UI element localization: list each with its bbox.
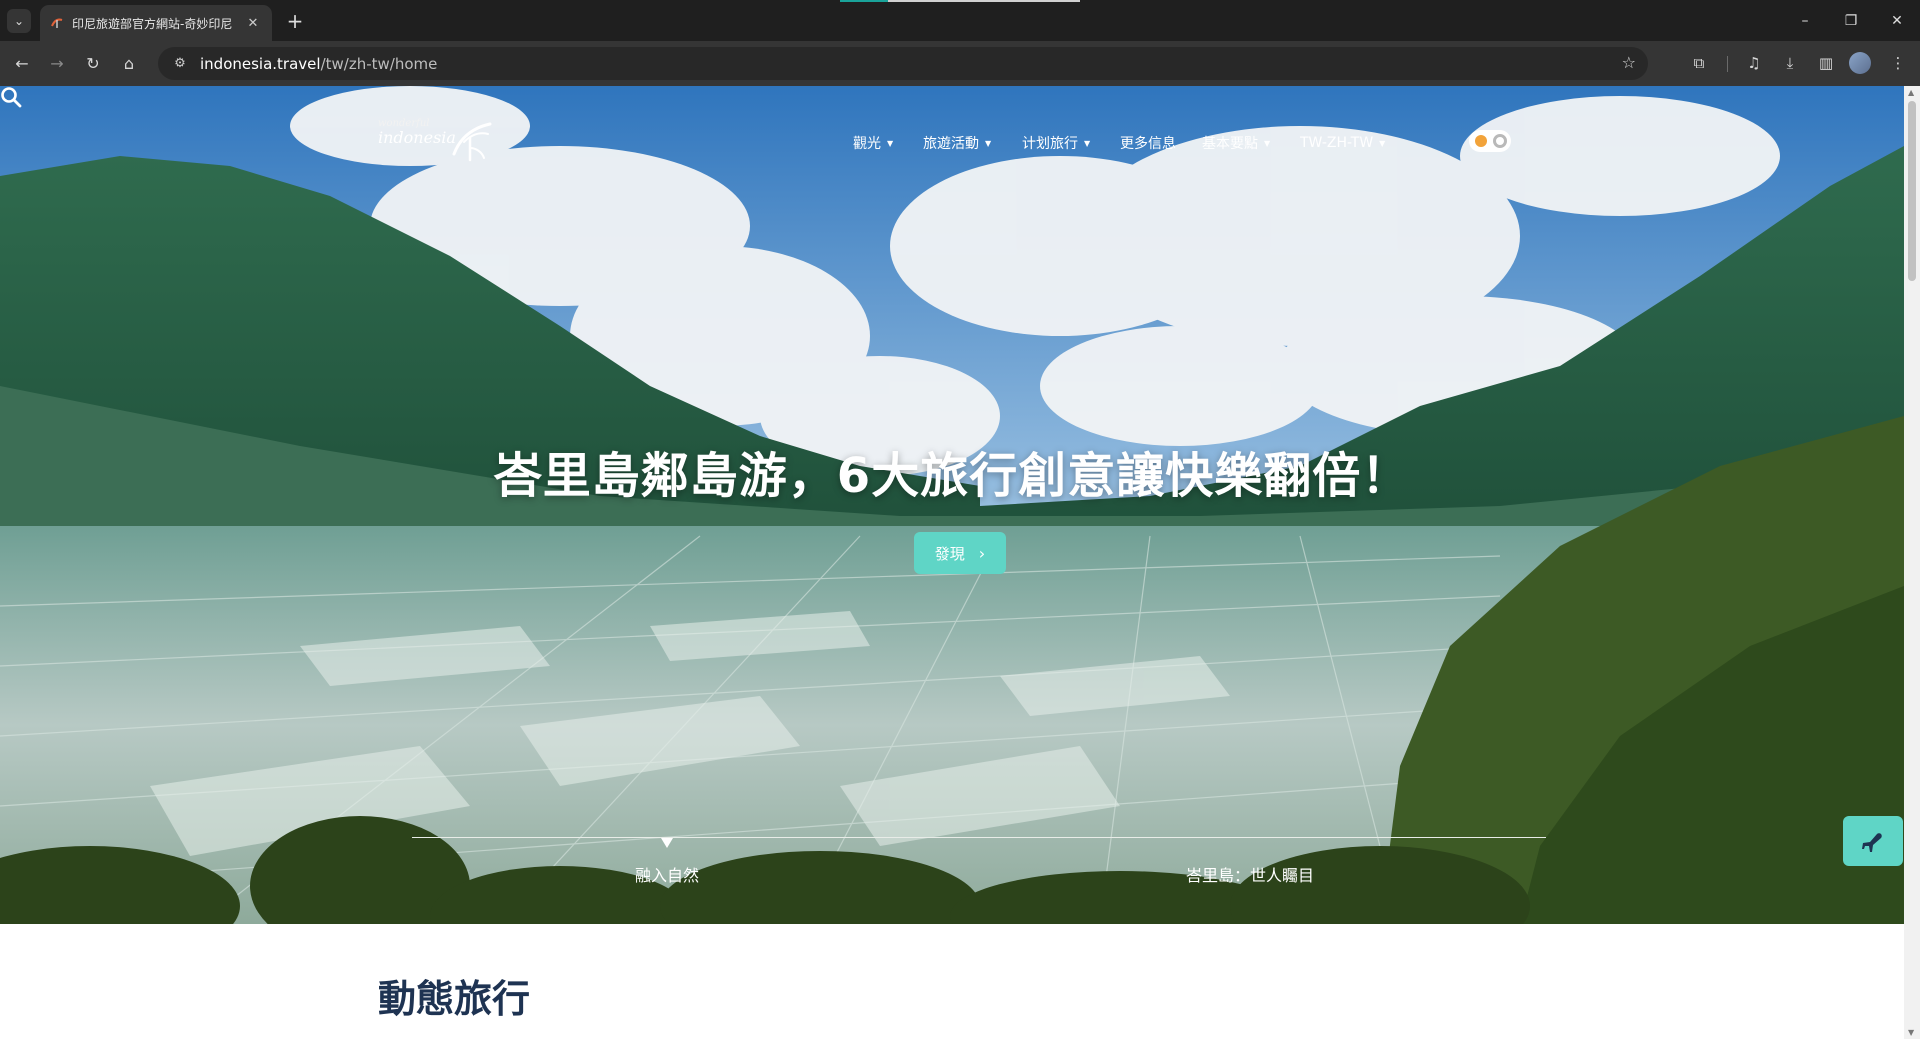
slide-tab-bali[interactable]: 峇里島：世人矚目 bbox=[1160, 862, 1340, 886]
wonderful-indonesia-logo[interactable]: wonderful indonesia bbox=[378, 118, 493, 164]
chevron-down-icon: ▼ bbox=[1264, 138, 1271, 148]
discover-button[interactable]: 發現 › bbox=[914, 532, 1006, 574]
browser-menu-icon[interactable]: ⋮ bbox=[1884, 49, 1912, 77]
sun-icon bbox=[1475, 135, 1487, 147]
forward-button[interactable]: → bbox=[43, 49, 71, 77]
site-favicon-icon bbox=[51, 18, 63, 28]
minimize-button[interactable]: – bbox=[1782, 0, 1828, 41]
tab-drag-region bbox=[840, 0, 1080, 2]
section-title: 動態旅行 bbox=[378, 977, 531, 1021]
browser-toolbar: ← → ↻ ⌂ ⚙ indonesia.travel/tw/zh-tw/home… bbox=[0, 41, 1920, 86]
new-tab-button[interactable]: + bbox=[283, 9, 307, 33]
restore-button[interactable]: ❐ bbox=[1828, 0, 1874, 41]
profile-avatar[interactable] bbox=[1849, 52, 1871, 74]
tab-title: 印尼旅遊部官方網站-奇妙印尼 bbox=[72, 16, 233, 31]
theme-toggle[interactable] bbox=[1469, 130, 1511, 152]
back-button[interactable]: ← bbox=[8, 49, 36, 77]
tab-close-icon[interactable]: ✕ bbox=[244, 14, 262, 32]
home-button[interactable]: ⌂ bbox=[115, 49, 143, 77]
url-text[interactable]: indonesia.travel/tw/zh-tw/home bbox=[200, 55, 437, 73]
side-panel-icon[interactable]: ▥ bbox=[1812, 49, 1840, 77]
site-info-icon[interactable]: ⚙ bbox=[166, 56, 194, 71]
extensions-icon[interactable]: ⧉ bbox=[1685, 49, 1713, 77]
media-controls-icon[interactable]: ♫ bbox=[1740, 49, 1768, 77]
airplane-icon bbox=[1862, 833, 1882, 852]
page-scrollbar[interactable]: ▲ ▼ bbox=[1904, 86, 1920, 1039]
scrollbar-thumb[interactable] bbox=[1908, 101, 1916, 281]
address-bar[interactable]: ⚙ indonesia.travel/tw/zh-tw/home ☆ bbox=[158, 47, 1648, 80]
slide-tab-nature[interactable]: 融入自然 bbox=[607, 862, 727, 886]
scroll-down-icon[interactable]: ▼ bbox=[1908, 1028, 1914, 1037]
nav-activities[interactable]: 旅遊活動 ▼ bbox=[923, 132, 991, 154]
browser-tab-strip: ⌄ 印尼旅遊部官方網站-奇妙印尼 ✕ + – ❐ ✕ bbox=[0, 0, 1920, 41]
browser-tab-active[interactable]: 印尼旅遊部官方網站-奇妙印尼 ✕ bbox=[40, 5, 272, 41]
page-viewport: wonderful indonesia 觀光 ▼ 旅遊活動 ▼ 计划旅行 ▼ 更多信息… bbox=[0, 86, 1904, 1039]
slider-active-marker bbox=[661, 838, 673, 848]
nav-sightseeing[interactable]: 觀光 ▼ bbox=[853, 132, 893, 154]
chevron-right-icon: › bbox=[978, 543, 986, 563]
language-selector[interactable]: TW-ZH-TW ▼ bbox=[1300, 132, 1385, 154]
chevron-down-icon: ▼ bbox=[985, 138, 992, 148]
bookmark-star-icon[interactable]: ☆ bbox=[1622, 53, 1636, 72]
chevron-down-icon: ▼ bbox=[887, 138, 894, 148]
nav-more-info[interactable]: 更多信息 bbox=[1120, 132, 1176, 154]
hero-headline: 峇里島鄰島游，6大旅行創意讓快樂翻倍！ bbox=[493, 448, 1411, 504]
garuda-bird-icon bbox=[452, 122, 492, 162]
trip-planner-button[interactable] bbox=[1843, 816, 1903, 866]
tab-search-button[interactable]: ⌄ bbox=[7, 9, 31, 33]
nav-essentials[interactable]: 基本要點 ▼ bbox=[1202, 132, 1270, 154]
close-window-button[interactable]: ✕ bbox=[1874, 0, 1920, 41]
chevron-down-icon: ▼ bbox=[1084, 138, 1091, 148]
toolbar-divider bbox=[1727, 56, 1728, 72]
downloads-icon[interactable]: ⤓ bbox=[1776, 49, 1804, 77]
hero-banner: wonderful indonesia 觀光 ▼ 旅遊活動 ▼ 计划旅行 ▼ 更多信息… bbox=[0, 86, 1904, 924]
nav-plan-trip[interactable]: 计划旅行 ▼ bbox=[1022, 132, 1090, 154]
toggle-knob bbox=[1493, 134, 1507, 148]
scroll-up-icon[interactable]: ▲ bbox=[1908, 88, 1914, 97]
hero-slider-track bbox=[412, 837, 1546, 838]
reload-button[interactable]: ↻ bbox=[79, 49, 107, 77]
search-icon[interactable] bbox=[0, 86, 22, 108]
chevron-down-icon: ▼ bbox=[1379, 138, 1386, 148]
